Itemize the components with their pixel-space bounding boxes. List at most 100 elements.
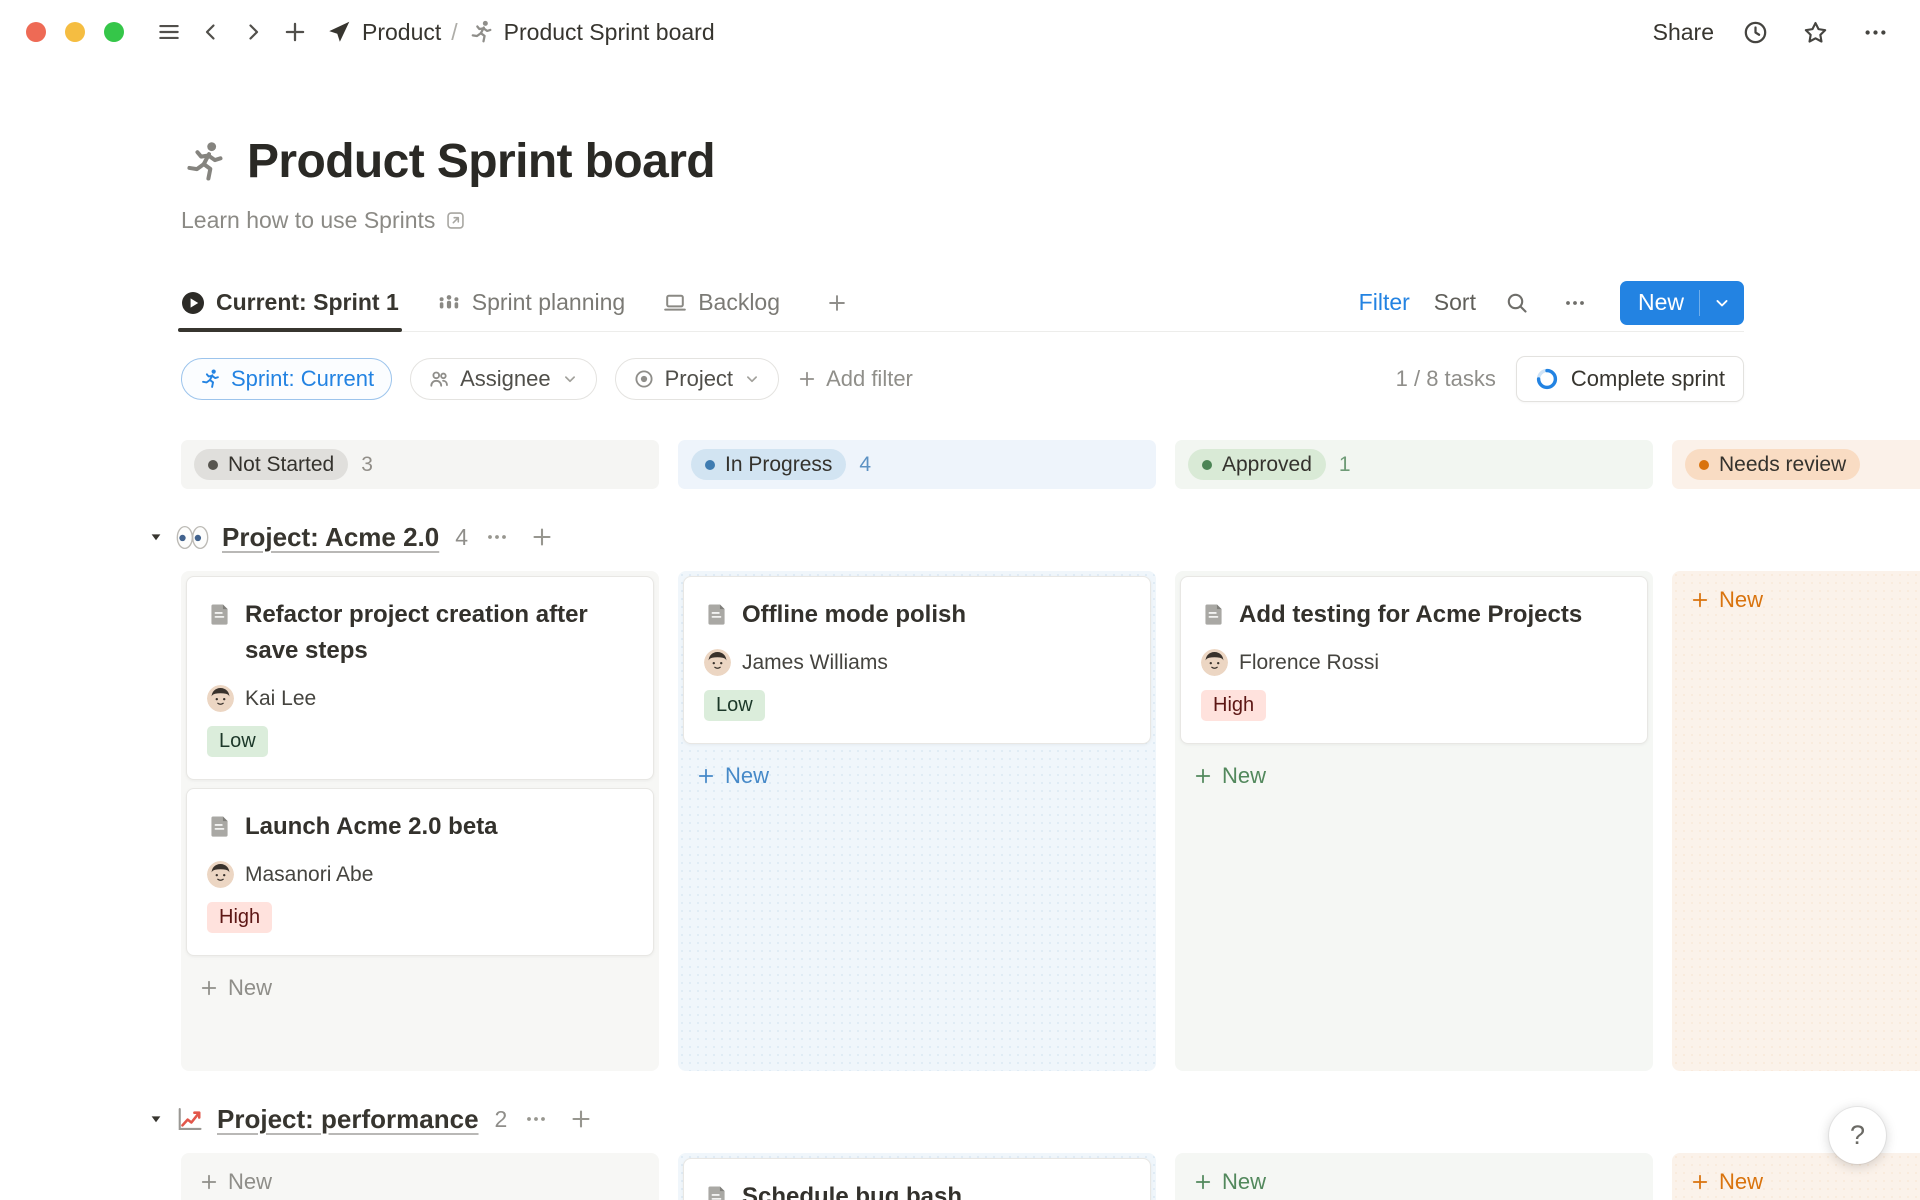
tab-label: Current: Sprint 1 (216, 289, 399, 316)
card-title: Refactor project creation after save ste… (245, 597, 633, 669)
group-header: Project: performance 2 (149, 1101, 1920, 1137)
task-card[interactable]: Offline mode polish James Williams Low (683, 576, 1151, 744)
add-card-button[interactable]: New (1180, 752, 1648, 800)
tab-current-sprint[interactable]: Current: Sprint 1 (181, 274, 399, 331)
add-card-button[interactable]: New (1677, 1158, 1920, 1200)
filter-bar: Sprint: Current Assignee Project Add fil… (181, 356, 1744, 402)
column-name: In Progress (725, 453, 832, 477)
column-not-started: Refactor project creation after save ste… (181, 571, 659, 1071)
card-title: Schedule bug bash (742, 1179, 962, 1200)
group-more-icon[interactable] (520, 1103, 552, 1135)
view-more-icon[interactable] (1558, 286, 1592, 320)
task-card[interactable]: Launch Acme 2.0 beta Masanori Abe High (186, 788, 654, 956)
add-filter-button[interactable]: Add filter (797, 366, 913, 392)
add-card-button[interactable]: New (186, 1158, 654, 1200)
external-link-icon (445, 210, 466, 231)
minimize-window-button[interactable] (65, 22, 85, 42)
breadcrumb-parent[interactable]: Product (326, 19, 441, 46)
sprint-filter-label: Sprint: Current (231, 366, 374, 392)
add-card-button[interactable]: New (1180, 1158, 1648, 1200)
assignee-filter-chip[interactable]: Assignee (410, 358, 597, 400)
tab-sprint-planning[interactable]: Sprint planning (437, 274, 625, 331)
collapse-triangle-icon[interactable] (149, 530, 163, 544)
more-options-icon[interactable] (1856, 13, 1894, 51)
sort-button[interactable]: Sort (1434, 289, 1476, 316)
assignee-name: Masanori Abe (245, 863, 373, 887)
share-button[interactable]: Share (1653, 19, 1714, 46)
add-view-icon[interactable] (818, 284, 856, 322)
collapse-triangle-icon[interactable] (149, 1112, 163, 1126)
complete-sprint-button[interactable]: Complete sprint (1516, 356, 1744, 402)
task-progress: 1 / 8 tasks (1396, 366, 1496, 392)
card-title: Offline mode polish (742, 597, 966, 633)
project-filter-chip[interactable]: Project (615, 358, 779, 400)
people-group-icon (437, 291, 461, 315)
group-more-icon[interactable] (481, 521, 513, 553)
task-card[interactable]: Add testing for Acme Projects Florence R… (1180, 576, 1648, 744)
column-header-in-progress[interactable]: In Progress 4 (678, 440, 1156, 489)
chart-increasing-icon (176, 1105, 204, 1133)
breadcrumb-parent-label: Product (362, 19, 441, 46)
sprint-progress-icon (1535, 367, 1559, 391)
new-page-icon[interactable] (276, 13, 314, 51)
card-title: Add testing for Acme Projects (1239, 597, 1582, 633)
zoom-window-button[interactable] (104, 22, 124, 42)
add-card-button[interactable]: New (186, 964, 654, 1012)
add-card-label: New (725, 763, 769, 789)
sprint-filter-chip[interactable]: Sprint: Current (181, 358, 392, 400)
filter-button[interactable]: Filter (1359, 289, 1410, 316)
add-filter-label: Add filter (826, 366, 913, 392)
assignee-name: Kai Lee (245, 687, 316, 711)
sidebar-toggle-icon[interactable] (150, 13, 188, 51)
group-title[interactable]: Project: performance (217, 1104, 479, 1135)
runner-page-icon[interactable] (181, 139, 227, 185)
avatar (207, 685, 234, 712)
new-button-chevron-icon[interactable] (1700, 293, 1744, 313)
board-group-acme: Project: Acme 2.0 4 Refactor project cre… (181, 519, 1920, 1071)
add-card-button[interactable]: New (683, 752, 1151, 800)
runner-icon (468, 19, 494, 45)
column-approved: New (1175, 1153, 1653, 1200)
group-add-icon[interactable] (526, 521, 558, 553)
tab-label: Sprint planning (472, 289, 625, 316)
column-name: Needs review (1719, 453, 1846, 477)
add-card-button[interactable]: New (1677, 576, 1920, 624)
group-title[interactable]: Project: Acme 2.0 (222, 522, 439, 553)
tab-backlog[interactable]: Backlog (663, 274, 780, 331)
plus-icon (797, 369, 817, 389)
status-dot-icon (208, 460, 218, 470)
column-not-started: New (181, 1153, 659, 1200)
plus-icon (199, 1172, 219, 1192)
help-button[interactable]: ? (1829, 1107, 1886, 1164)
group-add-icon[interactable] (565, 1103, 597, 1135)
breadcrumb: Product / Product Sprint board (326, 19, 715, 46)
new-task-button[interactable]: New (1620, 281, 1744, 325)
task-card[interactable]: Refactor project creation after save ste… (186, 576, 654, 780)
page-title: Product Sprint board (247, 134, 715, 189)
breadcrumb-current-label: Product Sprint board (504, 19, 715, 46)
history-clock-icon[interactable] (1736, 13, 1774, 51)
column-needs-review: New (1672, 1153, 1920, 1200)
assignee-name: James Williams (742, 651, 888, 675)
group-header: Project: Acme 2.0 4 (149, 519, 1920, 555)
column-header-needs-review[interactable]: Needs review (1672, 440, 1920, 489)
assignee-people-icon (428, 368, 450, 390)
chevron-down-icon (561, 370, 579, 388)
column-header-not-started[interactable]: Not Started 3 (181, 440, 659, 489)
status-dot-icon (1202, 460, 1212, 470)
learn-sprints-link[interactable]: Learn how to use Sprints (181, 207, 1920, 234)
favorite-star-icon[interactable] (1796, 13, 1834, 51)
task-card[interactable]: Schedule bug bash (683, 1158, 1151, 1200)
board-group-performance: Project: performance 2 New Schedule bug … (181, 1101, 1920, 1200)
breadcrumb-current[interactable]: Product Sprint board (468, 19, 715, 46)
column-header-approved[interactable]: Approved 1 (1175, 440, 1653, 489)
search-icon[interactable] (1500, 286, 1534, 320)
add-card-label: New (1222, 1169, 1266, 1195)
back-icon[interactable] (192, 13, 230, 51)
column-count: 4 (859, 453, 871, 477)
plus-icon (1193, 766, 1213, 786)
forward-icon[interactable] (234, 13, 272, 51)
close-window-button[interactable] (26, 22, 46, 42)
play-icon (181, 291, 205, 315)
project-filter-label: Project (665, 366, 733, 392)
